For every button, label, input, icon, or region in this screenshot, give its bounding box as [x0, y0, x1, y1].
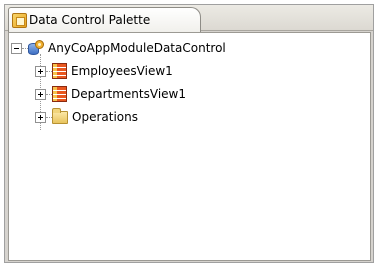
tab-data-control-palette[interactable]: Data Control Palette [8, 7, 201, 32]
tree-node-root[interactable]: AnyCoAppModuleDataControl [11, 38, 226, 58]
view-object-icon [52, 63, 67, 79]
data-control-icon [28, 40, 44, 56]
tab-label: Data Control Palette [29, 13, 151, 27]
expand-icon[interactable] [35, 65, 46, 77]
tree-node-departments-view[interactable]: DepartmentsView1 [35, 84, 186, 104]
expand-icon[interactable] [35, 88, 46, 100]
tree-node-label: Operations [72, 110, 138, 124]
tree-node-label: EmployeesView1 [71, 64, 173, 78]
palette-icon [12, 12, 27, 28]
data-control-tree[interactable]: AnyCoAppModuleDataControl EmployeesView1… [8, 32, 371, 261]
collapse-icon[interactable] [11, 42, 22, 54]
tree-node-employees-view[interactable]: EmployeesView1 [35, 61, 173, 81]
view-object-icon [52, 86, 67, 102]
expand-icon[interactable] [35, 111, 46, 123]
tree-node-label: AnyCoAppModuleDataControl [48, 41, 226, 55]
data-control-palette-window: Data Control Palette AnyCoAppModuleDataC… [4, 4, 374, 263]
tree-node-label: DepartmentsView1 [71, 87, 186, 101]
tree-node-operations[interactable]: Operations [35, 107, 138, 127]
folder-icon [52, 107, 68, 124]
tab-strip: Data Control Palette [5, 5, 373, 32]
